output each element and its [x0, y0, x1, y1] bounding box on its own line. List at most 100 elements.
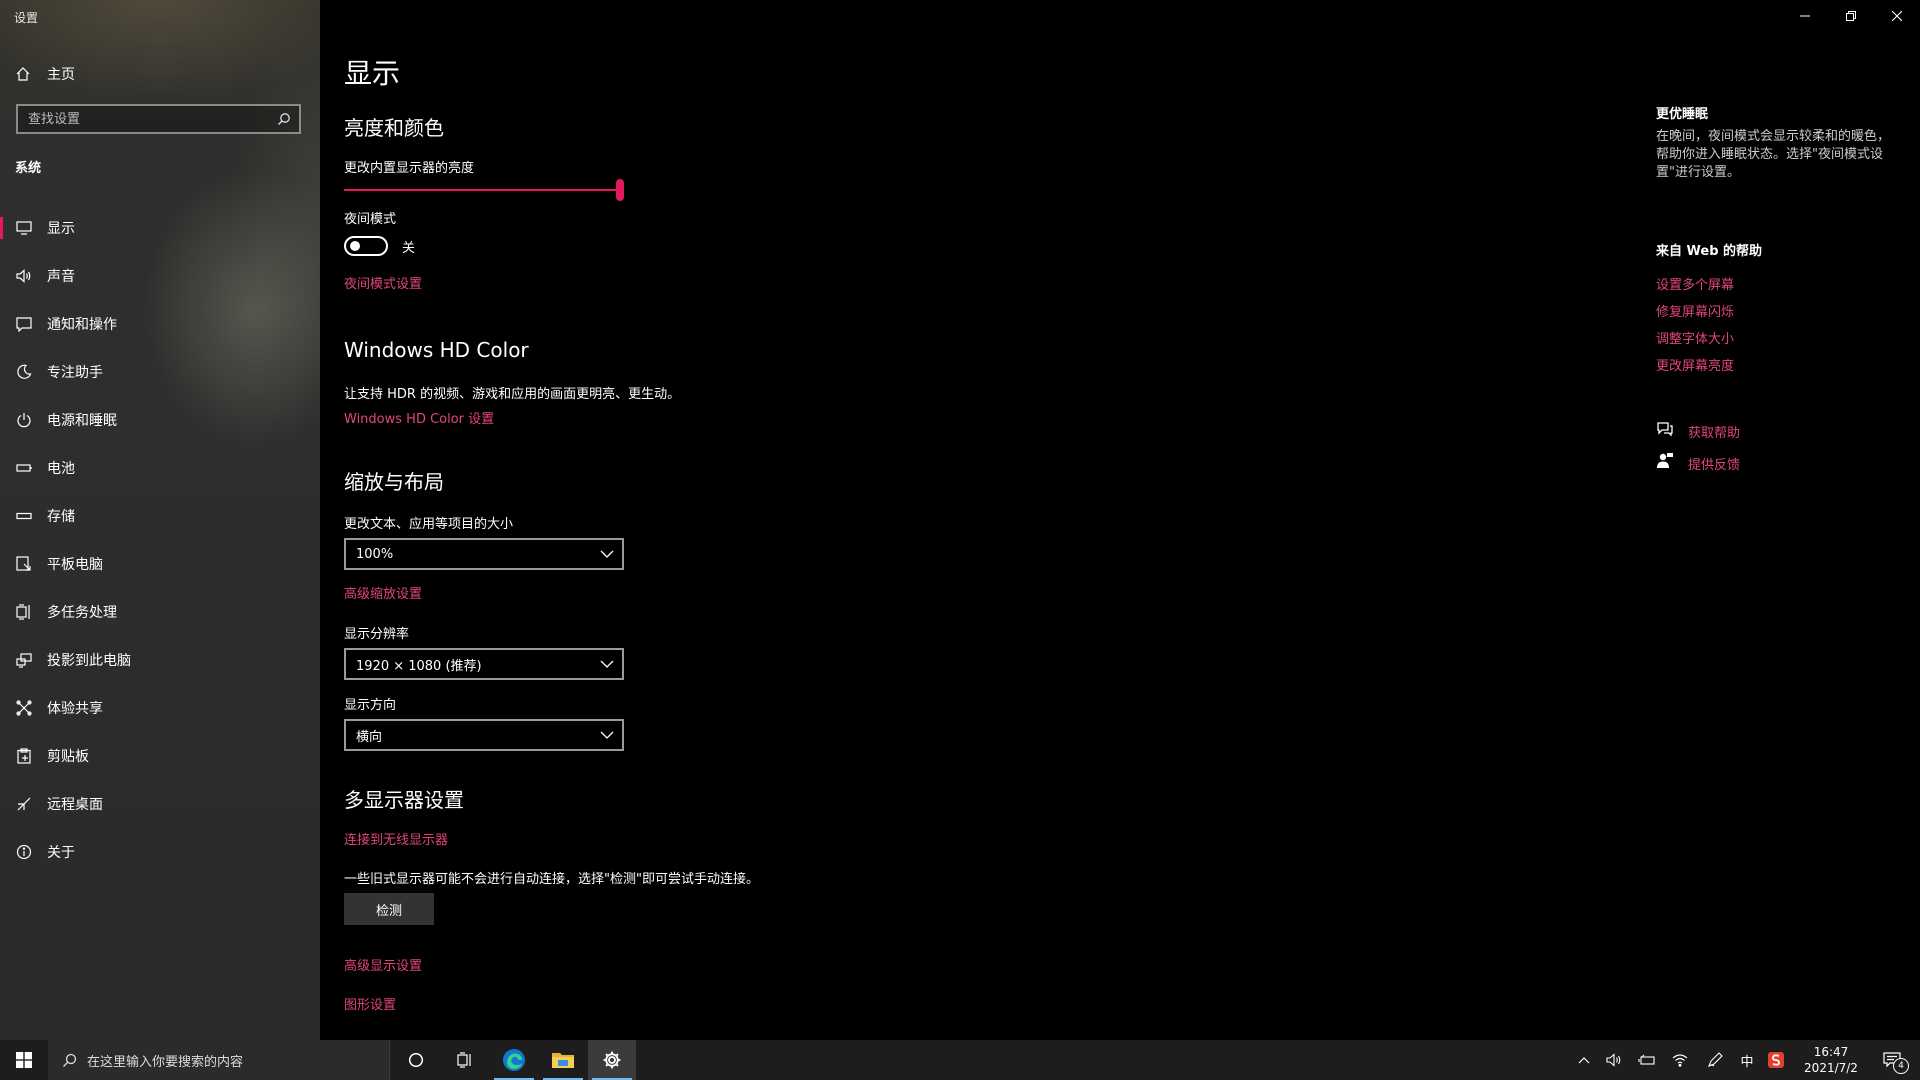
detect-description: 一些旧式显示器可能不会进行自动连接，选择"检测"即可尝试手动连接。 [344, 872, 759, 887]
info-icon [15, 843, 33, 861]
sidebar-item-tablet[interactable]: 平板电脑 [0, 540, 320, 588]
sidebar-item-label: 电源和睡眠 [47, 413, 117, 429]
toggle-knob [350, 241, 360, 251]
hdr-settings-link[interactable]: Windows HD Color 设置 [344, 408, 494, 427]
brightness-slider[interactable] [344, 178, 624, 202]
action-center-button[interactable]: 4 [1872, 1040, 1912, 1080]
web-link-brightness[interactable]: 更改屏幕亮度 [1656, 355, 1734, 374]
app-title: 设置 [14, 11, 39, 25]
page-title: 显示 [344, 57, 401, 90]
sidebar-item-battery[interactable]: 电池 [0, 444, 320, 492]
sogou-ime-icon[interactable] [1764, 1040, 1788, 1080]
hdr-heading: Windows HD Color [344, 338, 529, 362]
moon-icon [15, 363, 33, 381]
taskbar: 在这里输入你要搜索的内容 中 16:47 2021/7/2 4 [0, 1040, 1920, 1080]
sidebar-item-sound[interactable]: 声音 [0, 252, 320, 300]
sidebar-item-project[interactable]: 投影到此电脑 [0, 636, 320, 684]
taskbar-search[interactable]: 在这里输入你要搜索的内容 [48, 1040, 390, 1080]
night-light-toggle[interactable] [344, 236, 388, 256]
chevron-down-icon [600, 731, 614, 739]
speaker-icon [15, 267, 33, 285]
task-view-button[interactable] [440, 1040, 488, 1080]
volume-icon[interactable] [1602, 1040, 1626, 1080]
sidebar-item-power-sleep[interactable]: 电源和睡眠 [0, 396, 320, 444]
get-help-row[interactable]: 获取帮助 [1656, 421, 1740, 441]
get-help-link[interactable]: 获取帮助 [1688, 422, 1740, 441]
sidebar-item-remote-desktop[interactable]: 远程桌面 [0, 780, 320, 828]
start-button[interactable] [0, 1040, 48, 1080]
toggle-state: 关 [402, 240, 416, 256]
sidebar-item-about[interactable]: 关于 [0, 828, 320, 876]
resolution-label: 显示分辨率 [344, 627, 410, 642]
chevron-down-icon [600, 550, 614, 558]
select-value: 100% [356, 546, 394, 562]
brightness-label: 更改内置显示器的亮度 [344, 161, 475, 176]
scale-size-select[interactable]: 100% [344, 538, 624, 570]
windows-logo-icon [16, 1052, 32, 1068]
sidebar-item-label: 平板电脑 [47, 557, 103, 573]
settings-taskbar-button[interactable] [588, 1040, 636, 1080]
cortana-button[interactable] [392, 1040, 440, 1080]
night-light-settings-link[interactable]: 夜间模式设置 [344, 273, 422, 292]
resolution-select[interactable]: 1920 × 1080 (推荐) [344, 648, 624, 680]
edge-button[interactable] [490, 1040, 538, 1080]
feedback-icon [1656, 452, 1674, 474]
sidebar-item-label: 存储 [47, 509, 75, 525]
advanced-scaling-link[interactable]: 高级缩放设置 [344, 583, 422, 602]
pen-icon[interactable] [1703, 1040, 1727, 1080]
sidebar-item-clipboard[interactable]: 剪贴板 [0, 732, 320, 780]
sidebar-home-label: 主页 [47, 67, 75, 83]
orientation-select[interactable]: 横向 [344, 719, 624, 751]
search-icon [62, 1053, 77, 1068]
sidebar-item-label: 声音 [47, 269, 75, 285]
storage-icon [15, 507, 33, 525]
slider-thumb[interactable] [616, 179, 624, 201]
project-icon [15, 651, 33, 669]
clock[interactable]: 16:47 2021/7/2 [1796, 1044, 1866, 1076]
cortana-circle-icon [408, 1052, 424, 1068]
sidebar-nav: 显示 声音 通知和操作 专注助手 电源和睡眠 电池 存储 平板电脑 多任务处理 … [0, 204, 320, 876]
sidebar-item-display[interactable]: 显示 [0, 204, 320, 252]
feedback-link[interactable]: 提供反馈 [1688, 454, 1740, 473]
sidebar-item-label: 体验共享 [47, 701, 103, 717]
ime-indicator[interactable]: 中 [1736, 1040, 1758, 1080]
graphics-settings-link[interactable]: 图形设置 [344, 994, 396, 1013]
minimize-button[interactable] [1782, 0, 1828, 32]
sidebar-item-label: 通知和操作 [47, 317, 117, 333]
sidebar-home[interactable]: 主页 [0, 60, 320, 88]
close-button[interactable] [1874, 0, 1920, 32]
web-link-font-size[interactable]: 调整字体大小 [1656, 328, 1734, 347]
orientation-label: 显示方向 [344, 698, 397, 713]
advanced-display-link[interactable]: 高级显示设置 [344, 955, 422, 974]
settings-search[interactable] [16, 104, 301, 134]
slider-track[interactable] [344, 189, 620, 191]
restore-button[interactable] [1828, 0, 1874, 32]
task-view-icon [457, 1052, 471, 1068]
search-icon[interactable] [273, 112, 295, 126]
tray-chevron-up-icon[interactable] [1572, 1040, 1596, 1080]
detect-button[interactable]: 检测 [344, 893, 434, 925]
search-input[interactable] [18, 111, 273, 127]
wifi-icon[interactable] [1668, 1040, 1692, 1080]
battery-tray-icon[interactable] [1635, 1040, 1659, 1080]
night-light-toggle-row: 关 [344, 236, 415, 256]
night-light-label: 夜间模式 [344, 212, 397, 227]
scale-heading: 缩放与布局 [344, 470, 444, 494]
sidebar-item-shared-experiences[interactable]: 体验共享 [0, 684, 320, 732]
wireless-display-link[interactable]: 连接到无线显示器 [344, 829, 448, 848]
sidebar-item-storage[interactable]: 存储 [0, 492, 320, 540]
feedback-row[interactable]: 提供反馈 [1656, 452, 1740, 474]
clock-date: 2021/7/2 [1804, 1061, 1858, 1075]
sleep-heading: 更优睡眠 [1656, 107, 1709, 122]
sidebar-item-multitasking[interactable]: 多任务处理 [0, 588, 320, 636]
sidebar-item-label: 专注助手 [47, 365, 103, 381]
multi-display-heading: 多显示器设置 [344, 788, 464, 812]
sidebar-item-notifications[interactable]: 通知和操作 [0, 300, 320, 348]
monitor-icon [15, 219, 33, 237]
web-link-fix-flicker[interactable]: 修复屏幕闪烁 [1656, 301, 1734, 320]
sidebar-item-focus-assist[interactable]: 专注助手 [0, 348, 320, 396]
web-link-multiple-screens[interactable]: 设置多个屏幕 [1656, 274, 1734, 293]
file-explorer-button[interactable] [539, 1040, 587, 1080]
battery-icon [15, 459, 33, 477]
chevron-down-icon [600, 660, 614, 668]
